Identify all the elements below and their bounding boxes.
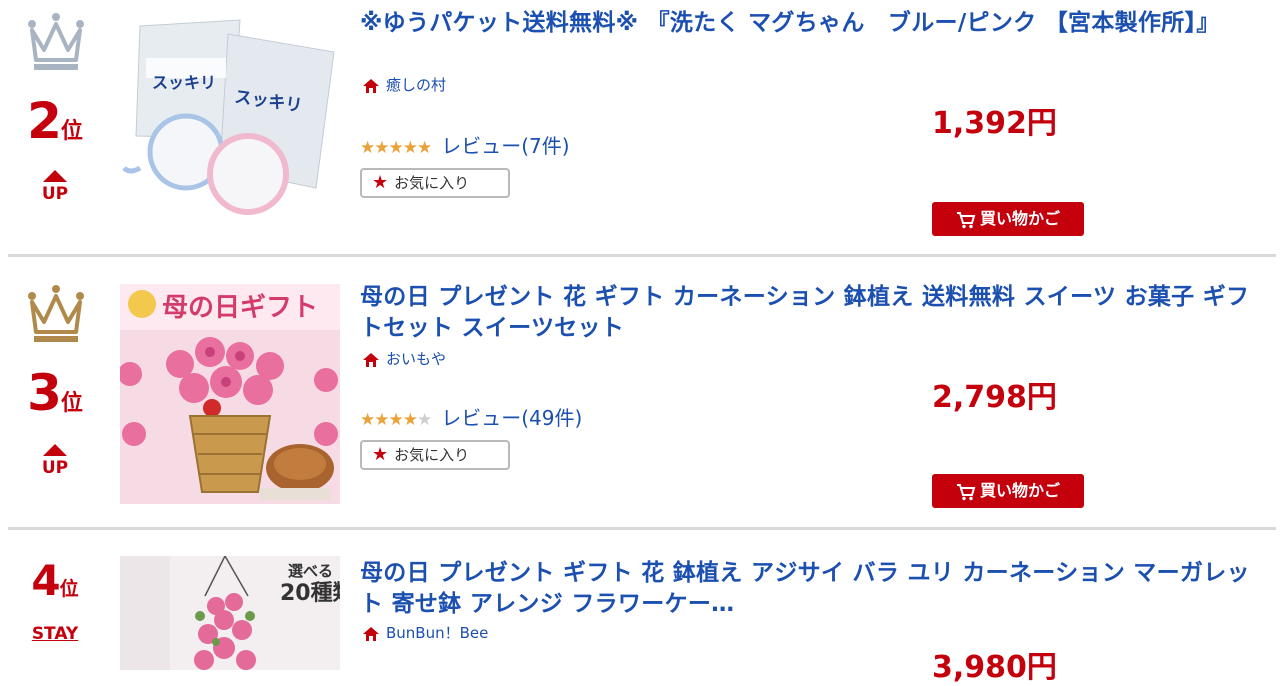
home-icon [363, 352, 379, 367]
arrow-up-icon [43, 444, 67, 456]
favorite-button[interactable]: ★ お気に入り [360, 168, 510, 198]
silver-crown-icon [28, 13, 84, 70]
svg-text:20種類: 20種類 [280, 581, 340, 606]
star-icon: ★ [372, 172, 389, 193]
shop-name: 癒しの村 [386, 76, 447, 94]
rank-number: 4位 [31, 556, 79, 605]
product-title-link[interactable]: 母の日 プレゼント 花 ギフト カーネーション 鉢植え 送料無料 スイーツ お菓… [360, 282, 1260, 344]
home-icon [363, 626, 379, 641]
arrow-up-icon [43, 170, 67, 182]
shop-name: BunBun！Bee [386, 624, 489, 642]
add-to-cart-button[interactable]: 買い物かご [932, 474, 1084, 508]
favorite-button[interactable]: ★ お気に入り [360, 440, 510, 470]
product-title-link[interactable]: 母の日 プレゼント ギフト 花 鉢植え アジサイ バラ ユリ カーネーション マ… [360, 558, 1260, 620]
product-image[interactable]: 選べる 20種類 [120, 556, 340, 670]
shop-link[interactable]: おいもや [362, 348, 446, 370]
rank-trend: UP [0, 444, 110, 478]
star-icon: ★ [372, 444, 389, 465]
cart-icon [956, 483, 976, 500]
price: 2,798円 [932, 380, 1057, 415]
price: 1,392円 [932, 106, 1057, 141]
review-stars: ★★★★★ レビュー(7件) [360, 134, 570, 158]
review-stars: ★★★★★ レビュー(49件) [360, 406, 583, 430]
add-to-cart-button[interactable]: 買い物かご [932, 202, 1084, 236]
divider [8, 527, 1276, 530]
divider [8, 254, 1276, 257]
product-title-link[interactable]: ※ゆうパケット送料無料※ 『洗たく マグちゃん ブルー/ピンク 【宮本製作所】』 [360, 8, 1260, 39]
rank-trend: UP [0, 170, 110, 204]
bronze-crown-icon [28, 285, 84, 342]
price: 3,980円 [932, 650, 1057, 685]
shop-name: おいもや [386, 350, 447, 368]
rank-number: 3位 [27, 364, 83, 422]
shop-link[interactable]: 癒しの村 [362, 74, 446, 96]
home-icon [363, 78, 379, 93]
rank-trend: STAY [31, 624, 79, 644]
review-link[interactable]: レビュー(49件) [441, 406, 582, 430]
review-link[interactable]: レビュー(7件) [441, 134, 569, 158]
product-image[interactable]: 母の日ギフト [120, 284, 340, 504]
svg-text:スッキリ: スッキリ [152, 73, 216, 92]
shop-link[interactable]: BunBun！Bee [362, 622, 488, 644]
rank-number: 2位 [27, 92, 83, 150]
product-image[interactable]: スッキリ スッキリ [120, 18, 340, 218]
svg-text:母の日ギフト: 母の日ギフト [162, 293, 318, 323]
svg-text:選べる: 選べる [288, 562, 333, 580]
cart-icon [956, 211, 976, 228]
